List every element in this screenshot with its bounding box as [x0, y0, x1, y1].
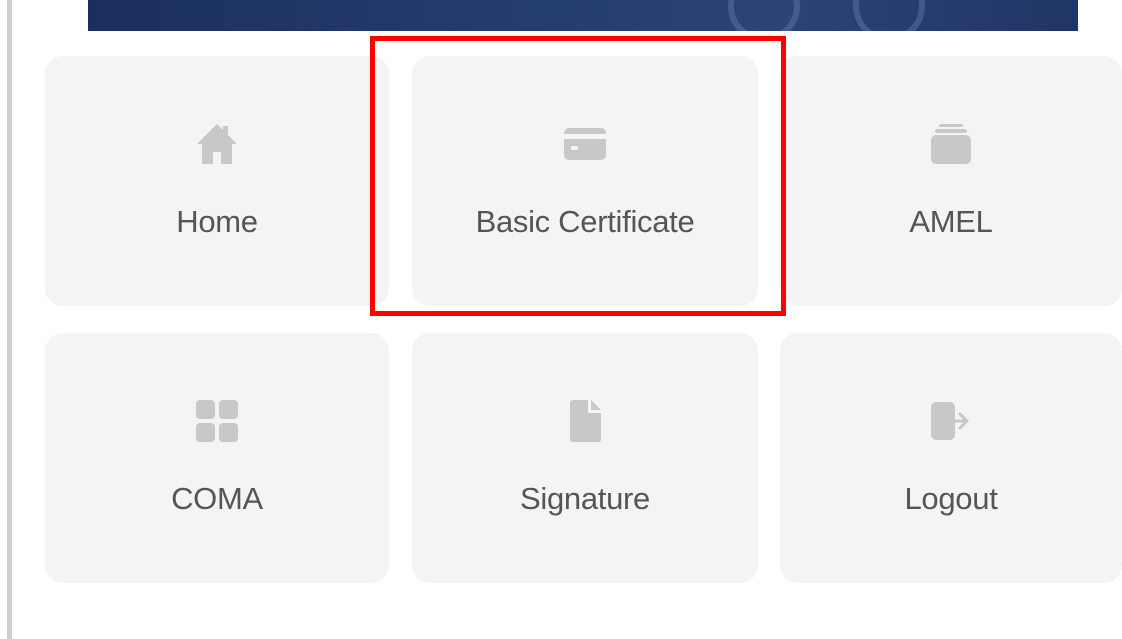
- document-icon: [570, 400, 601, 442]
- signature-label: Signature: [519, 481, 650, 516]
- basic-certificate-tile[interactable]: Basic Certificate: [412, 56, 758, 306]
- coma-label: COMA: [171, 481, 263, 516]
- page: Home Basic Certificate AMEL COMA Signatu…: [0, 0, 1122, 639]
- coma-tile[interactable]: COMA: [45, 333, 389, 583]
- left-divider: [7, 0, 12, 639]
- basic-certificate-label: Basic Certificate: [475, 204, 695, 239]
- amel-label: AMEL: [909, 204, 993, 239]
- logout-label: Logout: [904, 481, 998, 516]
- grid-icon: [196, 400, 238, 442]
- banner-decoration: [853, 0, 925, 31]
- home-tile[interactable]: Home: [45, 56, 389, 306]
- stack-icon: [931, 124, 971, 164]
- logout-icon: [931, 402, 969, 440]
- id-card-icon: [564, 128, 606, 160]
- signature-tile[interactable]: Signature: [412, 333, 758, 583]
- home-label: Home: [176, 204, 258, 239]
- home-icon: [197, 124, 237, 164]
- banner-decoration: [728, 0, 800, 31]
- logout-tile[interactable]: Logout: [780, 333, 1122, 583]
- header-banner: [88, 0, 1078, 31]
- amel-tile[interactable]: AMEL: [780, 56, 1122, 306]
